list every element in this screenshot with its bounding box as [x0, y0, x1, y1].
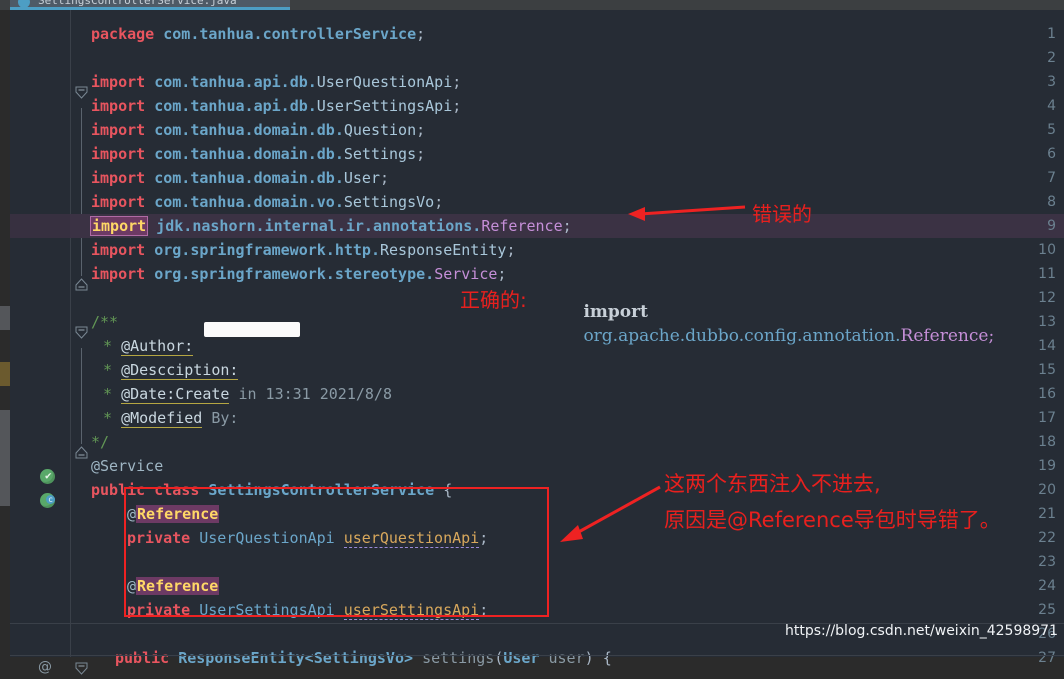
- line-number: 20: [1038, 482, 1056, 498]
- fold-toggle-javadoc[interactable]: [75, 324, 88, 339]
- code-line-import: import com.tanhua.domain.db.User;: [91, 169, 390, 187]
- editor-tab-settingscontrollerservice[interactable]: SettingsControllerService.java: [10, 0, 290, 10]
- fold-guide-line: [81, 108, 82, 276]
- code-line-annotation-reference: @Reference: [127, 577, 220, 595]
- line-number: 18: [1038, 434, 1056, 450]
- line-number: 3: [1047, 74, 1056, 90]
- fold-toggle-imports[interactable]: [75, 84, 88, 99]
- line-number: 1: [1047, 26, 1056, 42]
- gutter-annotation-marker[interactable]: @: [38, 659, 52, 675]
- line-number: 19: [1038, 458, 1056, 474]
- line-number: 25: [1038, 602, 1056, 618]
- editor-left-strip: [0, 10, 10, 657]
- spring-bean-icon[interactable]: ✔: [40, 469, 55, 484]
- selected-line-gutter-highlight: [10, 214, 70, 238]
- line-number: 17: [1038, 410, 1056, 426]
- line-number: 14: [1038, 338, 1056, 354]
- line-number: 16: [1038, 386, 1056, 402]
- csdn-watermark: https://blog.csdn.net/weixin_42598971: [784, 623, 1058, 639]
- change-marker: [0, 410, 10, 506]
- ide-editor-window: SettingsControllerService.java ✔ c @ 12345…: [0, 0, 1064, 675]
- code-line-import: import org.springframework.stereotype.Se…: [91, 265, 507, 283]
- code-line-javadoc-description: * @Descciption:: [103, 361, 239, 380]
- bean-badge-icon: c: [46, 495, 55, 504]
- code-line-javadoc-date: * @Date:Create in 13:31 2021/8/8: [103, 385, 392, 404]
- line-number: 15: [1038, 362, 1056, 378]
- line-number: 2: [1047, 50, 1056, 66]
- line-number: 4: [1047, 98, 1056, 114]
- fold-guide-line: [81, 348, 82, 444]
- code-line-import: import com.tanhua.api.db.UserQuestionApi…: [91, 73, 462, 91]
- fold-toggle-method[interactable]: [75, 660, 88, 675]
- code-line-field-userquestionapi: private UserQuestionApi userQuestionApi;: [127, 529, 489, 548]
- line-number: 12: [1038, 290, 1056, 306]
- editor-gutter: ✔ c @: [10, 10, 70, 675]
- line-number: 21: [1038, 506, 1056, 522]
- code-line-import: import com.tanhua.api.db.UserSettingsApi…: [91, 97, 462, 115]
- change-marker: [0, 362, 10, 386]
- fold-toggle-imports-end[interactable]: [75, 276, 88, 291]
- editor-bottom-separator: [10, 655, 1064, 656]
- fold-toggle-javadoc-end[interactable]: [75, 444, 88, 459]
- editor-tab-bar: SettingsControllerService.java: [0, 0, 1064, 10]
- code-line-javadoc-author: * @Author:: [103, 337, 194, 356]
- code-line-annotation-service: @Service: [91, 457, 164, 475]
- spring-bean-class-icon[interactable]: c: [40, 493, 55, 508]
- line-number: 7: [1047, 170, 1056, 186]
- check-icon: ✔: [45, 469, 52, 482]
- code-line-import: import com.tanhua.domain.db.Question;: [91, 121, 426, 139]
- line-number: 6: [1047, 146, 1056, 162]
- code-line-javadoc-open: /**: [91, 313, 119, 331]
- code-line-import: import com.tanhua.domain.db.Settings;: [91, 145, 426, 163]
- code-line-field-usersettingsapi: private UserSettingsApi userSettingsApi;: [127, 601, 489, 620]
- code-line-class-declaration: public class SettingsControllerService {: [91, 481, 453, 499]
- editor-tab-label: SettingsControllerService.java: [38, 0, 237, 7]
- line-number: 22: [1038, 530, 1056, 546]
- editor-fold-column: [71, 10, 91, 675]
- code-line-annotation-reference: @Reference: [127, 505, 220, 523]
- code-line-javadoc-modified: * @Modefied By:: [103, 409, 239, 428]
- code-line-method-settings: public ResponseEntity<SettingsVo> settin…: [115, 649, 612, 667]
- line-number: 13: [1038, 314, 1056, 330]
- code-line-import-wrong: import jdk.nashorn.internal.ir.annotatio…: [89, 216, 572, 236]
- redacted-author-value: [204, 322, 300, 337]
- line-number: 24: [1038, 578, 1056, 594]
- code-line-package: package com.tanhua.controllerService;: [91, 25, 426, 43]
- line-number: 11: [1038, 266, 1056, 282]
- line-number: 27: [1038, 650, 1056, 666]
- java-class-icon: [18, 0, 30, 7]
- line-number: 10: [1038, 242, 1056, 258]
- line-number: 5: [1047, 122, 1056, 138]
- code-line-javadoc-close: */: [91, 433, 110, 451]
- code-line-import: import com.tanhua.domain.vo.SettingsVo;: [91, 193, 444, 211]
- code-line-import: import org.springframework.http.Response…: [91, 241, 516, 259]
- change-marker: [0, 306, 10, 330]
- line-number: 8: [1047, 194, 1056, 210]
- line-number: 23: [1038, 554, 1056, 570]
- editor-section-separator: [10, 623, 1064, 624]
- line-number: 9: [1047, 218, 1056, 234]
